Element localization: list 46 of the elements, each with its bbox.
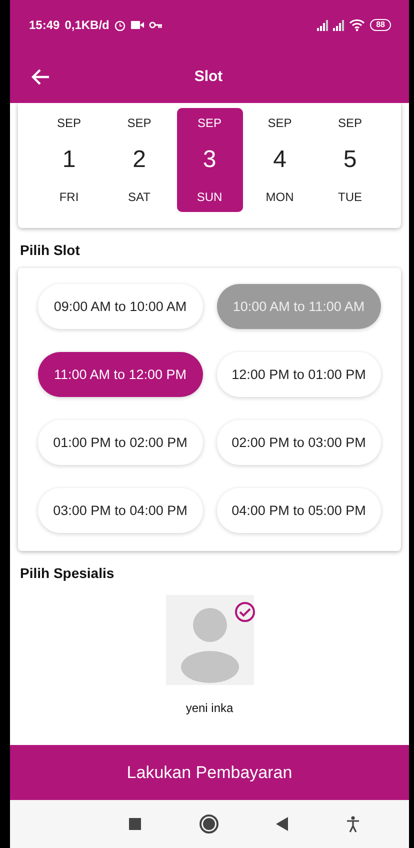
date-day: 5 [343, 146, 357, 174]
date-weekday: TUE [338, 190, 362, 204]
home-icon[interactable] [198, 814, 219, 834]
date-weekday: SAT [128, 190, 150, 204]
date-day: 2 [132, 146, 146, 174]
date-item[interactable]: SEP 1 FRI [36, 108, 102, 212]
time-slot-button[interactable]: 02:00 PM to 03:00 PM [216, 420, 381, 465]
signal-icon [333, 20, 344, 30]
date-item[interactable]: SEP 3 SUN [176, 108, 242, 212]
date-month: SEP [268, 116, 292, 130]
date-month: SEP [338, 116, 362, 130]
time-slot-button[interactable]: 09:00 AM to 10:00 AM [38, 284, 202, 329]
date-weekday: SUN [196, 190, 222, 204]
date-month: SEP [197, 116, 222, 130]
specialist-name: yeni inka [186, 701, 234, 715]
network-speed: 0,1KB/d [64, 18, 110, 32]
status-time: 15:49 [29, 18, 60, 32]
date-day: 3 [202, 146, 216, 174]
date-month: SEP [127, 116, 152, 130]
time-slot-button[interactable]: 11:00 AM to 12:00 PM [38, 352, 202, 397]
section-heading: Pilih Slot [20, 242, 81, 258]
date-month: SEP [56, 116, 81, 130]
time-slot-button[interactable]: 01:00 PM to 02:00 PM [38, 420, 202, 465]
section-heading: Pilih Spesialis [20, 565, 116, 581]
time-slot-button[interactable]: 03:00 PM to 04:00 PM [38, 488, 202, 533]
date-weekday: MON [266, 190, 294, 204]
pay-button[interactable]: Lakukan Pembayaran [10, 745, 409, 800]
signal-icon [317, 20, 328, 30]
wifi-icon [349, 18, 366, 32]
page-title: Slot [193, 68, 224, 85]
date-day: 1 [62, 146, 76, 174]
back-arrow-icon[interactable] [30, 66, 50, 86]
time-slot-button[interactable]: 12:00 PM to 01:00 PM [216, 352, 381, 397]
recent-apps-icon[interactable] [128, 818, 141, 830]
accessibility-icon[interactable] [346, 816, 360, 832]
date-item[interactable]: SEP 2 SAT [106, 108, 172, 212]
battery-icon: 88 [370, 19, 391, 31]
video-camera-icon [131, 19, 144, 31]
date-weekday: FRI [59, 190, 79, 204]
time-slot-button[interactable]: 04:00 PM to 05:00 PM [216, 488, 381, 533]
alarm-icon [114, 19, 126, 31]
key-icon [149, 20, 164, 30]
date-day: 4 [273, 146, 286, 174]
back-icon[interactable] [276, 817, 288, 831]
date-item[interactable]: SEP 5 TUE [317, 108, 383, 212]
date-item[interactable]: SEP 4 MON [246, 108, 313, 212]
